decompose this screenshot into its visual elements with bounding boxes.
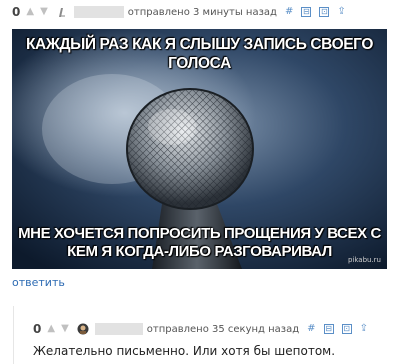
- username-redacted[interactable]: [94, 323, 143, 335]
- comment-2-text: Желательно письменно. Или хотя бы шепото…: [33, 344, 336, 358]
- avatar-icon[interactable]: [56, 6, 68, 18]
- downvote-icon[interactable]: ▼: [40, 7, 48, 17]
- parent-icon[interactable]: ⇪: [337, 7, 345, 17]
- collapse-icon[interactable]: ⊟: [323, 324, 334, 334]
- username-redacted[interactable]: [73, 6, 124, 18]
- save-icon[interactable]: ⊡: [319, 7, 330, 17]
- avatar-icon[interactable]: [77, 323, 89, 335]
- comment-2-timestamp: отправлено 35 секунд назад: [146, 323, 300, 335]
- upvote-icon[interactable]: ▲: [26, 7, 34, 17]
- reply-link[interactable]: ответить: [12, 276, 65, 289]
- permalink-icon[interactable]: #: [307, 324, 315, 334]
- comment-2-header: 0 ▲ ▼ отправлено 35 секунд назад # ⊟ ⊡ ⇪: [33, 322, 368, 336]
- meme-bottom-caption: Мне хочется попросить прощения у всех с …: [18, 225, 381, 260]
- comment-2-score: 0: [33, 322, 42, 336]
- permalink-icon[interactable]: #: [285, 7, 293, 17]
- thread-line[interactable]: [13, 306, 14, 364]
- collapse-icon[interactable]: ⊟: [301, 7, 312, 17]
- comment-1-score: 0: [12, 5, 21, 19]
- watermark: pikabu.ru: [347, 256, 381, 264]
- upvote-icon[interactable]: ▲: [47, 324, 55, 334]
- save-icon[interactable]: ⊡: [341, 324, 352, 334]
- meme-top-caption: Каждый раз как я слышу запись своего гол…: [25, 36, 374, 72]
- parent-icon[interactable]: ⇪: [360, 324, 368, 334]
- comment-1-timestamp: отправлено 3 минуты назад: [127, 6, 277, 18]
- downvote-icon[interactable]: ▼: [61, 324, 69, 334]
- meme-image[interactable]: Каждый раз как я слышу запись своего гол…: [12, 29, 387, 269]
- comment-1-header: 0 ▲ ▼ отправлено 3 минуты назад # ⊟ ⊡ ⇪: [12, 5, 346, 19]
